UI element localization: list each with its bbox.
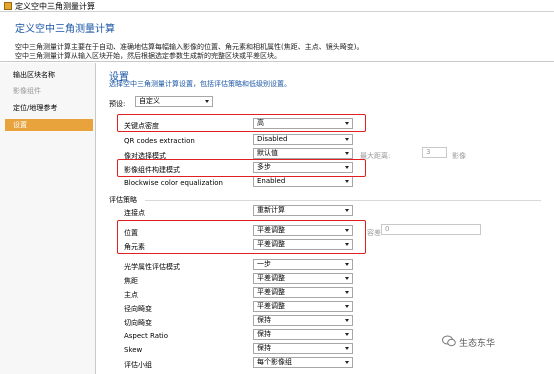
aspect-ratio-select[interactable]: 保持 [253,329,353,340]
window-title: 定义空中三角测量计算 [15,2,95,11]
estimation-group-select[interactable]: 每个影像组 [253,357,353,368]
tie-points-select[interactable]: 重新计算 [253,205,353,216]
focal-length-value: 平差调整 [257,274,285,282]
chevron-down-icon [345,152,349,155]
radial-distortion-value: 平差调整 [257,302,285,310]
highlight-box-component-mode [117,159,366,177]
focal-length-label: 焦距 [124,277,138,285]
sidebar-item-photo-components[interactable]: 影像组件 [5,85,93,97]
radial-distortion-select[interactable]: 平差调整 [253,301,353,312]
color-equalization-value: Enabled [257,177,286,185]
wechat-icon [442,335,456,347]
chevron-down-icon [345,361,349,364]
qr-codes-label: QR codes extraction [124,137,195,145]
preset-value: 自定义 [139,97,160,105]
chevron-down-icon [345,347,349,350]
max-distance-unit: 影像 [452,152,466,160]
color-equalization-label: Blockwise color equalization [124,179,223,187]
principal-point-label: 主点 [124,291,138,299]
window-titlebar: 定义空中三角测量计算 [0,0,554,12]
aspect-ratio-label: Aspect Ratio [124,332,168,340]
app-icon [4,2,12,10]
principal-point-value: 平差调整 [257,288,285,296]
qr-codes-value: Disabled [257,135,288,143]
settings-panel: 设置 选择空中三角测量计算设置，包括评估策略和低级别设置。 预设: 自定义 关键… [97,63,554,374]
preset-label: 预设: [109,100,126,108]
skew-select[interactable]: 保持 [253,343,353,354]
chevron-down-icon [345,263,349,266]
focal-length-select[interactable]: 平差调整 [253,273,353,284]
sidebar-item-georeference[interactable]: 定位/地理参考 [5,102,93,114]
estimation-group-label: 评估小组 [124,361,152,369]
highlight-box-position-rotation [117,220,366,254]
chevron-down-icon [345,209,349,212]
tie-points-label: 连接点 [124,209,145,217]
tangential-distortion-select[interactable]: 保持 [253,315,353,326]
wizard-header: 定义空中三角测量计算 空中三角测量计算主要在于自动、准确地估算每幅输入影像的位置… [0,12,554,62]
tangential-distortion-value: 保持 [257,316,271,324]
highlight-box-keypoints [117,114,366,132]
wizard-sidebar: 输出区块名称 影像组件 定位/地理参考 设置 [0,63,96,374]
qr-codes-select[interactable]: Disabled [253,134,353,145]
chevron-down-icon [345,333,349,336]
chevron-down-icon [345,319,349,322]
tolerance-input[interactable]: 0 [381,224,481,235]
chevron-down-icon [205,100,209,103]
skew-label: Skew [124,346,143,354]
optical-mode-value: 一步 [257,260,271,268]
tolerance-label: 容差 [367,229,381,237]
aspect-ratio-value: 保持 [257,330,271,338]
wizard-description-line2: 空中三角测量计算从输入区块开始，然后根据选定参数生成新的完整区块或平差区块。 [15,52,281,60]
chevron-down-icon [345,277,349,280]
page-subtitle: 选择空中三角测量计算设置，包括评估策略和低级别设置。 [109,80,291,88]
radial-distortion-label: 径向畸变 [124,305,152,313]
sidebar-item-output-block-name[interactable]: 输出区块名称 [5,69,93,81]
estimation-group-value: 每个影像组 [257,358,292,366]
chevron-down-icon [345,291,349,294]
optical-mode-label: 光学属性评估模式 [124,263,180,271]
pair-selection-value: 默认值 [257,149,278,157]
estimation-strategy-heading: 评估策略 [109,196,137,204]
tangential-distortion-label: 切向畸变 [124,319,152,327]
color-equalization-select[interactable]: Enabled [253,176,353,187]
sidebar-item-settings[interactable]: 设置 [5,119,93,131]
chevron-down-icon [345,180,349,183]
preset-select[interactable]: 自定义 [135,96,213,107]
wizard-title: 定义空中三角测量计算 [15,24,115,35]
tie-points-value: 重新计算 [257,206,285,214]
principal-point-select[interactable]: 平差调整 [253,287,353,298]
optical-mode-select[interactable]: 一步 [253,259,353,270]
skew-value: 保持 [257,344,271,352]
chevron-down-icon [345,305,349,308]
max-distance-input[interactable]: 3 [422,147,447,158]
chevron-down-icon [345,138,349,141]
group-divider [145,200,541,201]
pair-selection-select[interactable]: 默认值 [253,148,353,159]
watermark-text: 生态东华 [459,339,496,349]
